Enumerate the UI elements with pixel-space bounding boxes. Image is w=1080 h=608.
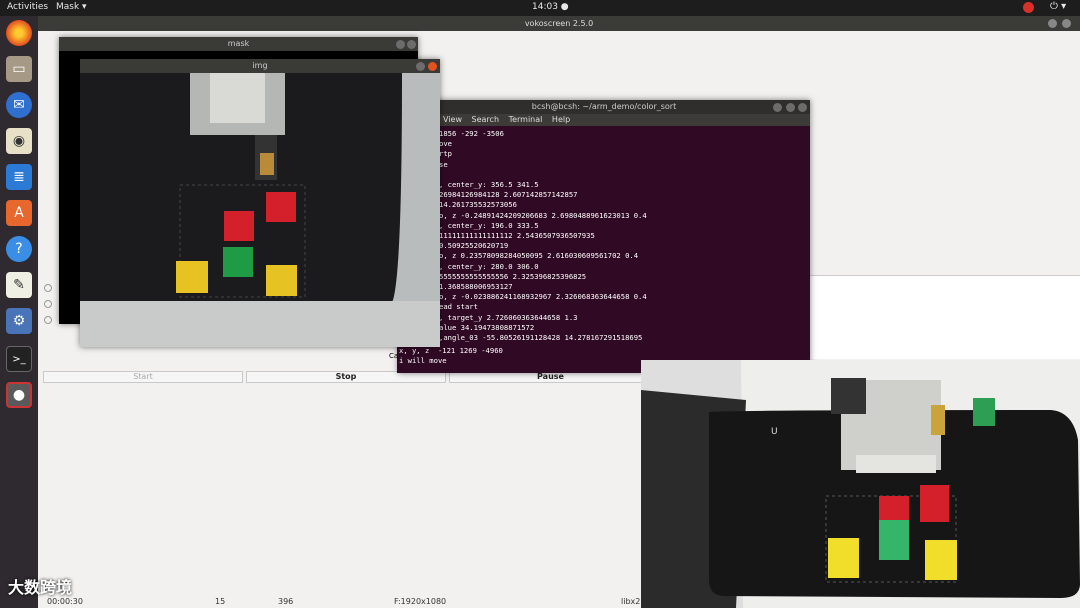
dock: ▭ ✉ ◉ ≣ A ? ✎ ⚙ >_ ● [0,16,38,608]
menu-view[interactable]: View [443,115,462,124]
terminal-window[interactable]: bcsh@bcsh: ~/arm_demo/color_sort View Se… [398,100,810,373]
fps-value: 15 [215,597,226,606]
mask-titlebar: mask [59,37,418,51]
close-icon[interactable] [1062,19,1071,28]
vokoscreen-icon[interactable]: ● [6,382,32,408]
clock[interactable]: 14:03 ● [532,2,569,12]
mask-title: mask [227,39,250,48]
frame-count: 396 [278,597,294,606]
settings-icon[interactable]: ⚙ [6,308,32,334]
minimize-icon[interactable] [396,40,405,49]
close-icon[interactable] [428,62,437,71]
robot-arm-photo: U [641,360,1080,608]
minimize-icon[interactable] [416,62,425,71]
radio-button[interactable] [44,316,52,324]
writer-icon[interactable]: ≣ [6,164,32,190]
menu-terminal[interactable]: Terminal [509,115,543,124]
radio-button[interactable] [44,284,52,292]
external-camera-view: U [641,360,1080,608]
app-menu[interactable]: Mask ▾ [56,2,87,12]
img-titlebar: img [80,59,440,73]
vokoscreen-titlebar: vokoscreen 2.5.0 [38,16,1080,31]
terminal-menubar: View Search Terminal Help [398,114,810,126]
svg-text:U: U [771,427,778,437]
radio-button[interactable] [44,300,52,308]
close-icon[interactable] [798,103,807,112]
watermark: 大数跨境 [8,578,73,597]
codec-value: libx2 [621,597,641,606]
firefox-icon[interactable] [6,20,32,46]
minimize-icon[interactable] [773,103,782,112]
text-editor-icon[interactable]: ✎ [6,272,32,298]
camera-frame-image [80,73,440,347]
terminal-titlebar: bcsh@bcsh: ~/arm_demo/color_sort [398,100,810,114]
vokoscreen-title: vokoscreen 2.5.0 [524,19,594,28]
menu-search[interactable]: Search [472,115,499,124]
thunderbird-icon[interactable]: ✉ [6,92,32,118]
software-icon[interactable]: A [6,200,32,226]
help-icon[interactable]: ? [6,236,32,262]
minimize-icon[interactable] [1048,19,1057,28]
radio-group [44,242,54,324]
activities-button[interactable]: Activities [7,2,48,12]
overlap-text: Ca [389,352,399,360]
rhythmbox-icon[interactable]: ◉ [6,128,32,154]
img-window[interactable]: img [80,59,440,347]
close-icon[interactable] [407,40,416,49]
maximize-icon[interactable] [786,103,795,112]
start-button[interactable]: Start [43,371,243,383]
desktop: Activities Mask ▾ 14:03 ● ⏻ ▾ ▭ ✉ ◉ ≣ A … [0,0,1080,608]
img-title: img [252,61,268,70]
terminal-output[interactable]: 1856 -292 -3506 ove rtp se , center_y: 3… [398,126,810,343]
side-panel [808,275,1080,359]
record-time: 00:00:30 [47,597,83,606]
power-menu-icon[interactable]: ⏻ ▾ [1050,1,1066,12]
record-indicator-icon[interactable] [1023,2,1034,13]
menu-help[interactable]: Help [552,115,570,124]
top-bar: Activities Mask ▾ 14:03 ● ⏻ ▾ [0,0,1080,16]
format-value: F:1920x1080 [394,597,447,606]
files-icon[interactable]: ▭ [6,56,32,82]
terminal-icon[interactable]: >_ [6,346,32,372]
terminal-title: bcsh@bcsh: ~/arm_demo/color_sort [531,102,677,111]
